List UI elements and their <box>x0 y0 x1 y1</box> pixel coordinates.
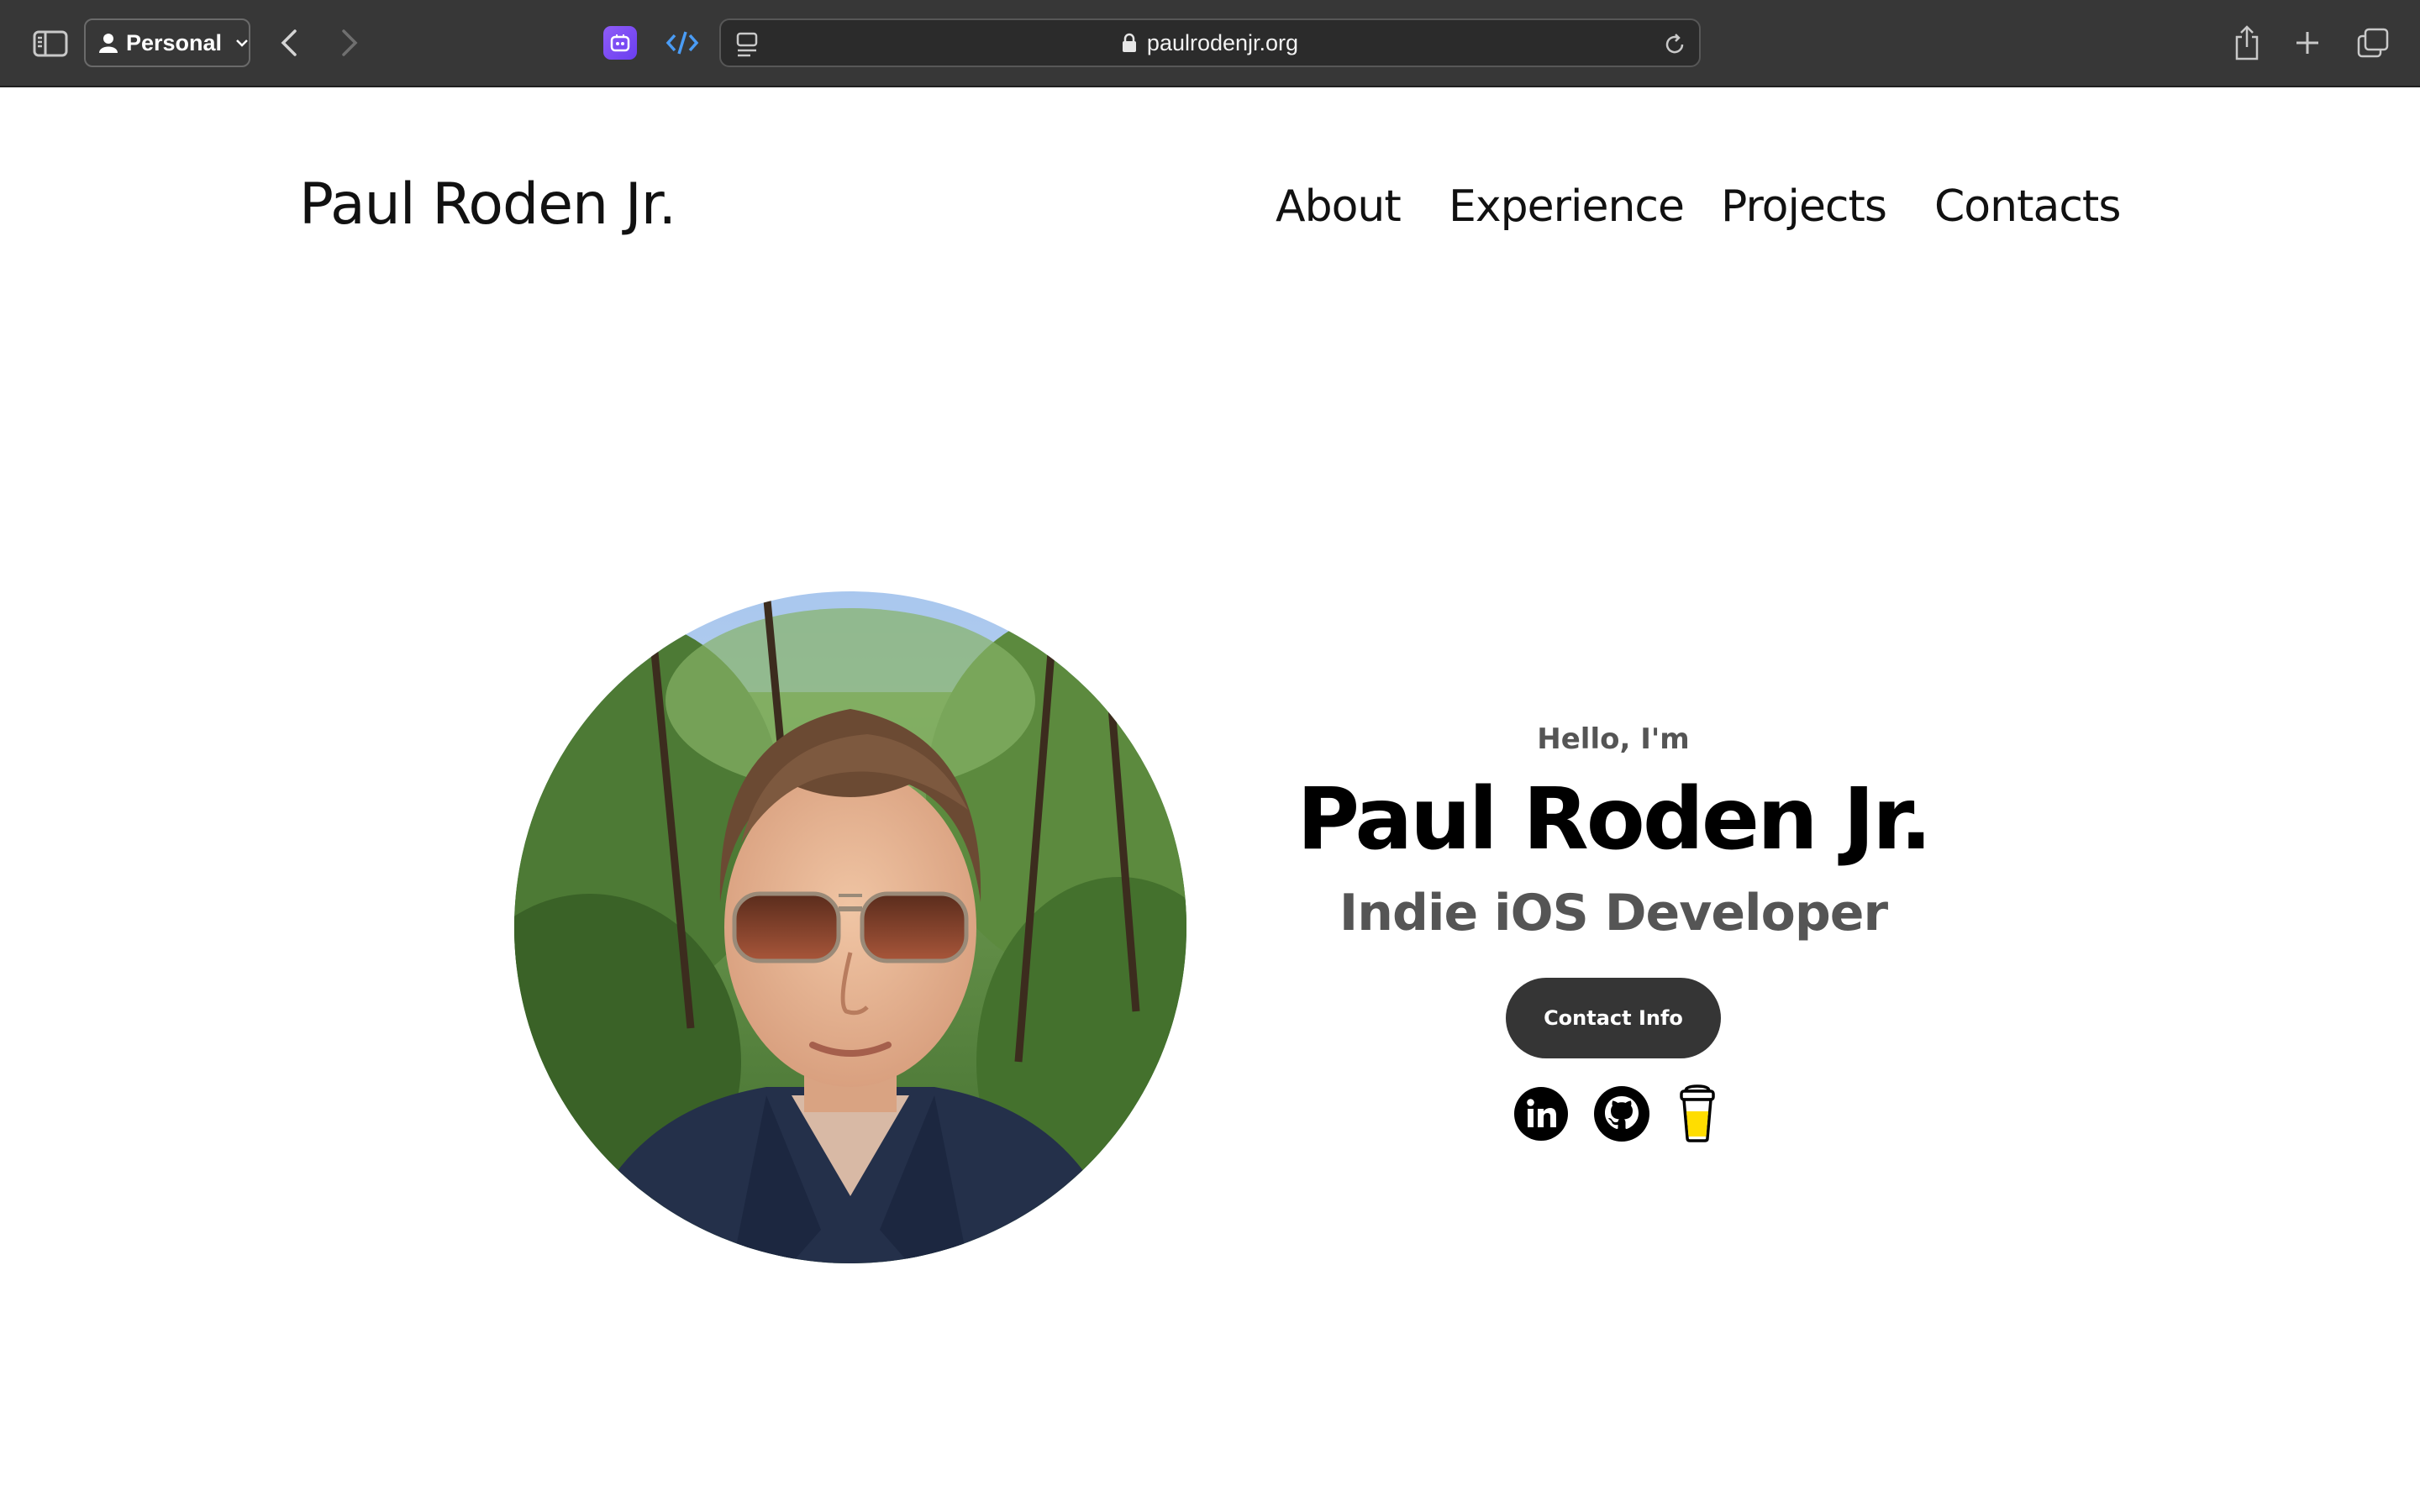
share-icon[interactable] <box>2228 22 2265 64</box>
extension-purple-icon[interactable] <box>603 26 637 60</box>
url-text: paulrodenjr.org <box>1146 29 1299 55</box>
sidebar-toggle-icon[interactable] <box>30 25 71 62</box>
hero-greeting: Hello, I'm <box>1537 722 1690 756</box>
linkedin-icon[interactable] <box>1511 1084 1571 1144</box>
browser-toolbar: Personal paulrodenjr.org <box>0 0 2420 87</box>
main-nav: About Experience Projects Contacts <box>0 181 2420 249</box>
profile-photo <box>514 591 1186 1263</box>
code-extension-icon[interactable] <box>664 25 701 60</box>
social-links <box>1260 1084 1966 1151</box>
site-header: Paul Roden Jr. About Experience Projects… <box>0 87 2420 255</box>
back-arrow-icon[interactable] <box>272 24 306 62</box>
buy-me-a-coffee-icon[interactable] <box>1667 1084 1728 1144</box>
forward-arrow-icon[interactable] <box>333 24 366 62</box>
profile-label: Personal <box>125 29 223 55</box>
nav-contacts[interactable]: Contacts <box>1934 181 2121 232</box>
new-tab-plus-icon[interactable] <box>2289 24 2326 62</box>
reload-icon[interactable] <box>1659 29 1691 60</box>
hero-role: Indie iOS Developer <box>1339 884 1888 942</box>
nav-projects[interactable]: Projects <box>1721 181 1887 232</box>
nav-about[interactable]: About <box>1276 181 1402 232</box>
github-icon[interactable] <box>1591 1084 1652 1144</box>
chevron-down-icon <box>236 39 248 47</box>
hero-name: Paul Roden Jr. <box>1297 769 1932 869</box>
address-bar[interactable]: paulrodenjr.org <box>719 18 1701 67</box>
profile-switcher[interactable]: Personal <box>84 18 250 67</box>
person-icon <box>99 34 118 53</box>
lock-icon <box>1122 33 1136 52</box>
url-display[interactable]: paulrodenjr.org <box>721 20 1699 66</box>
contact-info-button[interactable]: Contact Info <box>1506 978 1721 1058</box>
nav-experience[interactable]: Experience <box>1449 181 1685 232</box>
tab-overview-icon[interactable] <box>2353 24 2393 62</box>
